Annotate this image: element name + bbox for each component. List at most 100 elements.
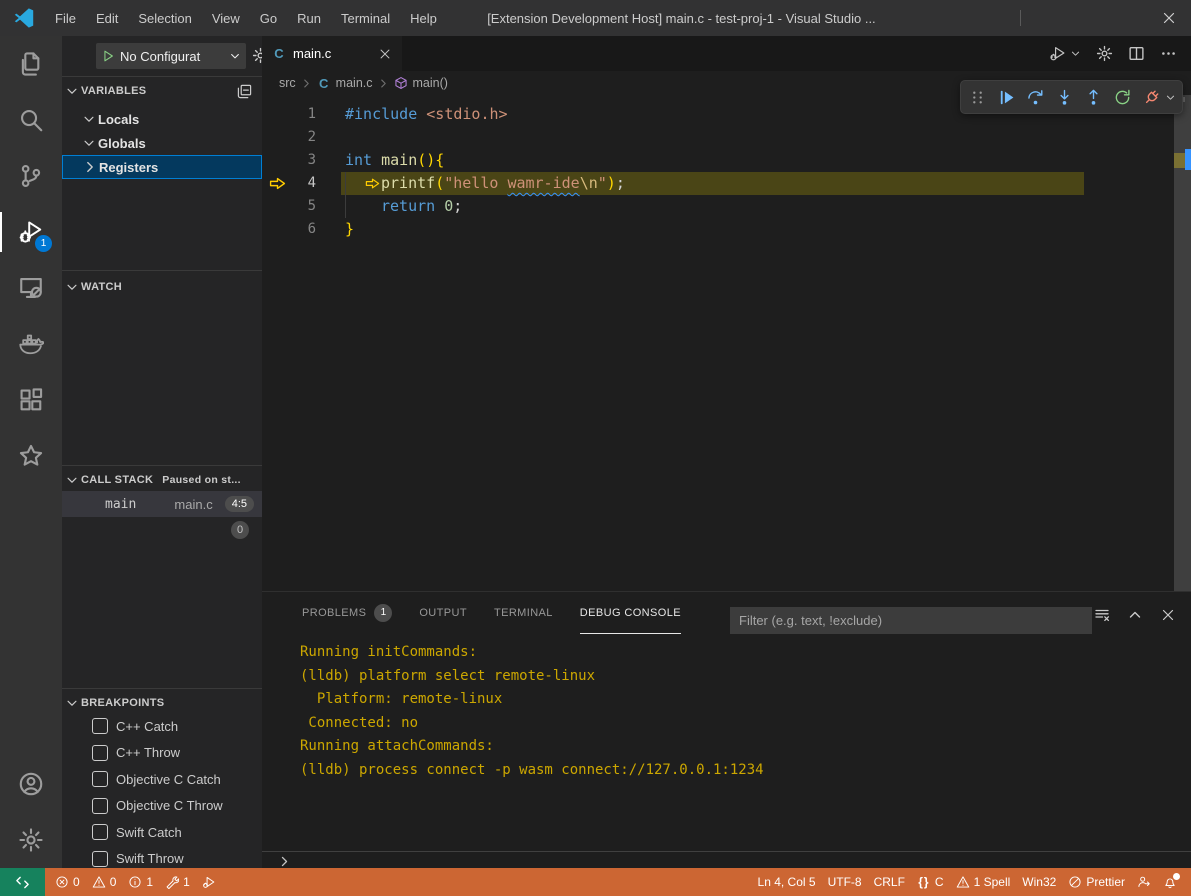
console-input-prompt-icon[interactable] [278,855,291,868]
call-stack-row[interactable]: 0 [62,517,262,543]
code-line-3[interactable]: 3int main(){ [262,149,1174,172]
menu-run[interactable]: Run [287,0,331,36]
status-c[interactable]: {}C [911,868,950,896]
remote-indicator[interactable] [0,868,45,896]
status-debug-start[interactable] [196,868,222,896]
step-into-button[interactable] [1053,86,1075,108]
breakpoint-checkbox[interactable] [92,718,108,734]
customize-layout-button[interactable] [1026,0,1059,36]
settings-gear-icon[interactable] [1096,45,1113,62]
breakpoint-row-swift-catch[interactable]: Swift Catch [62,819,262,845]
code-line-6[interactable]: 6} [262,218,1174,241]
step-over-button[interactable] [1024,86,1046,108]
sidebar-item-docker[interactable] [0,316,62,372]
sidebar-item-run-and-debug[interactable]: 1 [0,204,62,260]
panel-tab-output[interactable]: OUTPUT [419,592,467,634]
launch-configuration-dropdown[interactable]: No Configurat [96,43,246,69]
sidebar-item-star[interactable] [0,428,62,484]
close-button[interactable] [1147,0,1191,36]
code-line-4[interactable]: 4printf("hello wamr-ide\n"); [262,172,1174,195]
more-actions-icon[interactable] [1160,45,1177,62]
breakpoint-row-objective-c-throw[interactable]: Objective C Throw [62,793,262,819]
menu-terminal[interactable]: Terminal [331,0,400,36]
breakpoint-row-c-throw[interactable]: C++ Throw [62,740,262,766]
line-number[interactable]: 2 [292,126,316,149]
minimize-button[interactable] [1059,0,1103,36]
maximize-panel-icon[interactable] [1127,607,1143,623]
variables-section-header[interactable]: VARIABLES [62,80,262,102]
breakpoint-row-swift-throw[interactable]: Swift Throw [62,846,262,869]
status-prettier[interactable]: Prettier [1062,868,1131,896]
drag-grip-button[interactable] [966,86,988,108]
line-number[interactable]: 3 [292,149,316,172]
breakpoint-row-c-catch[interactable]: C++ Catch [62,713,262,739]
breadcrumb-item-src[interactable]: src [279,76,296,90]
split-editor-icon[interactable] [1128,45,1145,62]
breakpoint-checkbox[interactable] [92,824,108,840]
debug-console-filter-input[interactable] [730,607,1092,634]
close-tab-icon[interactable] [378,47,392,61]
status-1[interactable]: 1 [122,868,159,896]
variables-row-globals[interactable]: Globals [62,131,262,155]
clear-console-icon[interactable] [1094,607,1110,623]
status-crlf[interactable]: CRLF [868,868,911,896]
status-ln-4-col-5[interactable]: Ln 4, Col 5 [752,868,822,896]
breakpoint-gutter[interactable] [262,218,292,241]
layout-sidebar-button[interactable] [916,0,949,36]
open-launch-json-gear-icon[interactable] [252,47,262,64]
status-person[interactable] [1131,868,1157,896]
breadcrumb-item-main-[interactable]: main() [394,76,448,90]
chevron-down-icon[interactable] [1070,48,1081,59]
breadcrumb-item-main-c[interactable]: Cmain.c [317,76,373,90]
breakpoint-gutter[interactable] [262,103,292,126]
close-panel-icon[interactable] [1160,607,1176,623]
breakpoint-row-objective-c-catch[interactable]: Objective C Catch [62,766,262,792]
breakpoint-checkbox[interactable] [92,771,108,787]
line-number[interactable]: 4 [292,172,316,195]
panel-tab-terminal[interactable]: TERMINAL [494,592,553,634]
status-1[interactable]: 1 [159,868,196,896]
code-line-2[interactable]: 2 [262,126,1174,149]
code-area[interactable]: 1#include <stdio.h>23int main(){4printf(… [262,95,1174,591]
menu-file[interactable]: File [45,0,86,36]
restart-button[interactable] [1111,86,1133,108]
disconnect-button[interactable] [1140,86,1162,108]
variables-row-registers[interactable]: Registers [62,155,262,179]
call-stack-frame[interactable]: mainmain.c4:5 [62,491,262,517]
layout-panel-button[interactable] [949,0,982,36]
menu-go[interactable]: Go [250,0,287,36]
start-debugging-icon[interactable] [101,49,115,63]
breakpoint-gutter[interactable] [262,195,292,218]
sidebar-item-source-control[interactable] [0,148,62,204]
menu-selection[interactable]: Selection [128,0,201,36]
debug-run-icon[interactable] [1049,45,1066,62]
watch-section-header[interactable]: WATCH [62,276,262,298]
maximize-button[interactable] [1103,0,1147,36]
status-1-spell[interactable]: 1 Spell [950,868,1017,896]
breakpoint-checkbox[interactable] [92,798,108,814]
line-number[interactable]: 5 [292,195,316,218]
breakpoint-checkbox[interactable] [92,851,108,867]
layout-sidebar-right-button[interactable] [982,0,1015,36]
step-out-button[interactable] [1082,86,1104,108]
panel-tab-debug-console[interactable]: DEBUG CONSOLE [580,592,681,634]
line-number[interactable]: 6 [292,218,316,241]
status-win32[interactable]: Win32 [1016,868,1062,896]
breakpoint-gutter[interactable] [262,149,292,172]
breakpoint-gutter[interactable] [262,126,292,149]
menu-view[interactable]: View [202,0,250,36]
line-number[interactable]: 1 [292,103,316,126]
menu-help[interactable]: Help [400,0,447,36]
continue-button[interactable] [995,86,1017,108]
sidebar-item-extensions[interactable] [0,372,62,428]
sidebar-item-account[interactable] [0,756,62,812]
tab-main-c[interactable]: C main.c [262,36,402,71]
breakpoints-section-header[interactable]: BREAKPOINTS [62,692,262,714]
breakpoint-gutter[interactable] [262,172,292,195]
sidebar-item-explorer[interactable] [0,36,62,92]
call-stack-section-header[interactable]: CALL STACK Paused on st... [62,469,262,491]
breakpoint-checkbox[interactable] [92,745,108,761]
status-bell[interactable] [1157,868,1183,896]
collapse-all-icon[interactable] [237,84,252,99]
editor-scrollbar[interactable] [1174,95,1191,591]
